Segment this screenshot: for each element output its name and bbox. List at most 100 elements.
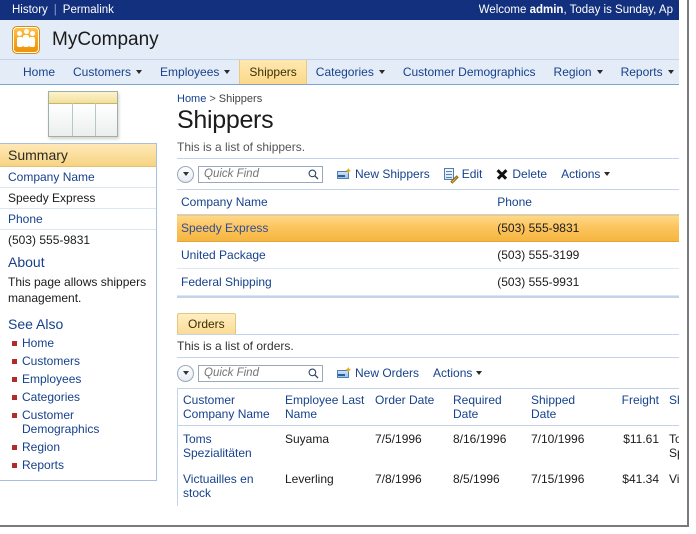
new-record-icon: ✦ (337, 166, 352, 180)
nav-item-region[interactable]: Region (545, 60, 612, 84)
orders-toolbar: ✦ New Orders Actions (177, 358, 679, 389)
table-row[interactable]: Toms Spezialitäten Suyama 7/5/1996 8/16/… (178, 426, 679, 467)
orders-subtitle: This is a list of orders. (177, 335, 679, 358)
magnifier-icon (308, 169, 319, 179)
delete-label: Delete (512, 167, 548, 181)
chevron-down-icon (604, 172, 611, 176)
table-row[interactable]: Victuailles en stock Leverling 7/8/1996 … (178, 466, 679, 506)
nav-label: Employees (160, 65, 220, 79)
child-tabs: Orders (177, 312, 679, 334)
welcome-prefix: Welcome (478, 4, 530, 16)
people-group-icon (12, 25, 40, 54)
about-text: This page allows shippers management. (8, 275, 147, 306)
shipper-link[interactable]: Speedy Express (181, 221, 268, 235)
table-row[interactable]: United Package (503) 555-3199 (177, 241, 679, 269)
cell-freight: $11.61 (623, 432, 659, 446)
see-also-item-home[interactable]: Home (10, 334, 148, 352)
chevron-down-icon (667, 70, 674, 74)
column-header-shipped-date[interactable]: Shipped Date (526, 389, 604, 426)
cell-company-name[interactable]: United Package (177, 241, 494, 269)
see-also-item-employees[interactable]: Employees (10, 370, 148, 388)
shipper-link[interactable]: United Package (181, 248, 266, 262)
see-also-item-customer-demographics[interactable]: Customer Demographics (10, 406, 148, 438)
nav-item-categories[interactable]: Categories (307, 60, 394, 84)
new-shippers-button[interactable]: ✦ New Shippers (337, 166, 430, 181)
customer-link[interactable]: Toms Spezialitäten (183, 432, 252, 460)
nav-item-home[interactable]: Home (14, 60, 64, 84)
quick-find-container[interactable] (198, 165, 323, 183)
customer-link[interactable]: Victuailles en stock (183, 472, 254, 500)
welcome-message: Welcome admin, Today is Sunday, Ap (479, 4, 673, 16)
table-row[interactable]: Federal Shipping (503) 555-9931 (177, 268, 679, 296)
sidebar-summary-panel: Summary Company Name Speedy Express Phon… (0, 143, 157, 482)
nav-item-customer-demographics[interactable]: Customer Demographics (394, 60, 545, 84)
tab-orders[interactable]: Orders (177, 313, 236, 334)
welcome-date: , Today is Sunday, Ap (563, 4, 673, 16)
edit-pencil-icon (443, 168, 459, 184)
shippers-grid-wrapper: Company Name Phone Speedy Express (503) … (177, 190, 679, 298)
cell-customer-company-name[interactable]: Victuailles en stock (178, 466, 280, 506)
orders-panel: This is a list of orders. Quick Find ✦ N… (177, 334, 679, 506)
orders-search-input[interactable] (202, 366, 306, 380)
cell-required-date: 8/16/1996 (453, 432, 507, 446)
column-header-phone[interactable]: Phone (493, 190, 679, 215)
see-also-item-customers[interactable]: Customers (10, 352, 148, 370)
utility-separator: | (53, 4, 57, 16)
cell-phone: (503) 555-3199 (493, 241, 679, 269)
see-also-item-reports[interactable]: Reports (10, 456, 148, 474)
summary-value-phone: (503) 555-9831 (8, 233, 91, 247)
nav-item-customers[interactable]: Customers (64, 60, 151, 84)
column-header-required-date[interactable]: Required Date (448, 389, 526, 426)
cell-order-date: 7/5/1996 (375, 432, 422, 446)
column-header-customer-company-name[interactable]: Customer Company Name (178, 389, 280, 426)
new-orders-button[interactable]: ✦ New Orders (337, 365, 419, 380)
column-header-freight[interactable]: Freight (604, 389, 664, 426)
see-also-item-region[interactable]: Region (10, 438, 148, 456)
column-header-company-name[interactable]: Company Name (177, 190, 494, 215)
main-content: Home > Shippers Shippers This is a list of… (165, 85, 679, 518)
welcome-username: admin (529, 4, 564, 16)
history-link[interactable]: History (12, 4, 48, 16)
nav-item-employees[interactable]: Employees (151, 60, 239, 84)
chevron-down-icon (378, 70, 385, 74)
orders-actions-menu-button[interactable]: Actions (433, 366, 483, 380)
company-name: MyCompany (52, 28, 159, 50)
table-row[interactable]: Speedy Express (503) 555-9831 (177, 214, 679, 242)
nav-label: Home (23, 65, 56, 79)
edit-button[interactable]: Edit (443, 167, 483, 184)
shipper-link[interactable]: Federal Shipping (181, 275, 272, 289)
column-header-employee-last-name[interactable]: Employee Last Name (280, 389, 370, 426)
chevron-down-circle-icon[interactable] (177, 165, 194, 183)
see-also-item-categories[interactable]: Categories (10, 388, 148, 406)
column-header-order-date[interactable]: Order Date (370, 389, 448, 426)
summary-label-company-name: Company Name (0, 167, 156, 188)
cell-ship-name: Toms Spezialitä (669, 432, 679, 460)
column-header-ship-name[interactable]: Ship Nam (664, 389, 679, 426)
breadcrumb-home[interactable]: Home (177, 93, 206, 105)
brand-bar: MyCompany (0, 20, 679, 60)
cell-company-name[interactable]: Speedy Express (177, 214, 494, 242)
delete-button[interactable]: Delete (496, 167, 547, 181)
orders-quick-find-container[interactable] (198, 364, 323, 382)
summary-value-company-name: Speedy Express (0, 188, 156, 209)
cell-company-name[interactable]: Federal Shipping (177, 268, 494, 296)
cell-employee-last-name: Suyama (285, 432, 330, 446)
new-shippers-label: New Shippers (355, 167, 430, 181)
chevron-down-icon (596, 70, 603, 74)
nav-item-shippers[interactable]: Shippers (239, 60, 307, 84)
actions-menu-button[interactable]: Actions (561, 167, 611, 181)
search-input[interactable] (202, 167, 306, 181)
magnifier-icon (308, 368, 319, 378)
page-body: Summary Company Name Speedy Express Phon… (0, 85, 679, 518)
permalink-link[interactable]: Permalink (63, 4, 114, 16)
data-grid-icon (47, 91, 118, 137)
nav-item-reports[interactable]: Reports (612, 60, 679, 84)
see-also-list: Home Customers Employees Categories Cust… (0, 334, 156, 480)
cell-customer-company-name[interactable]: Toms Spezialitäten (178, 426, 280, 467)
shippers-toolbar: ✦ New Shippers Edit Del (177, 159, 679, 190)
edit-label: Edit (461, 167, 483, 181)
browser-page-frame: History | Permalink Welcome admin, Today… (0, 0, 689, 527)
chevron-down-circle-icon[interactable] (177, 364, 194, 382)
summary-heading: Summary (0, 144, 156, 167)
see-also-heading: See Also (0, 312, 156, 335)
